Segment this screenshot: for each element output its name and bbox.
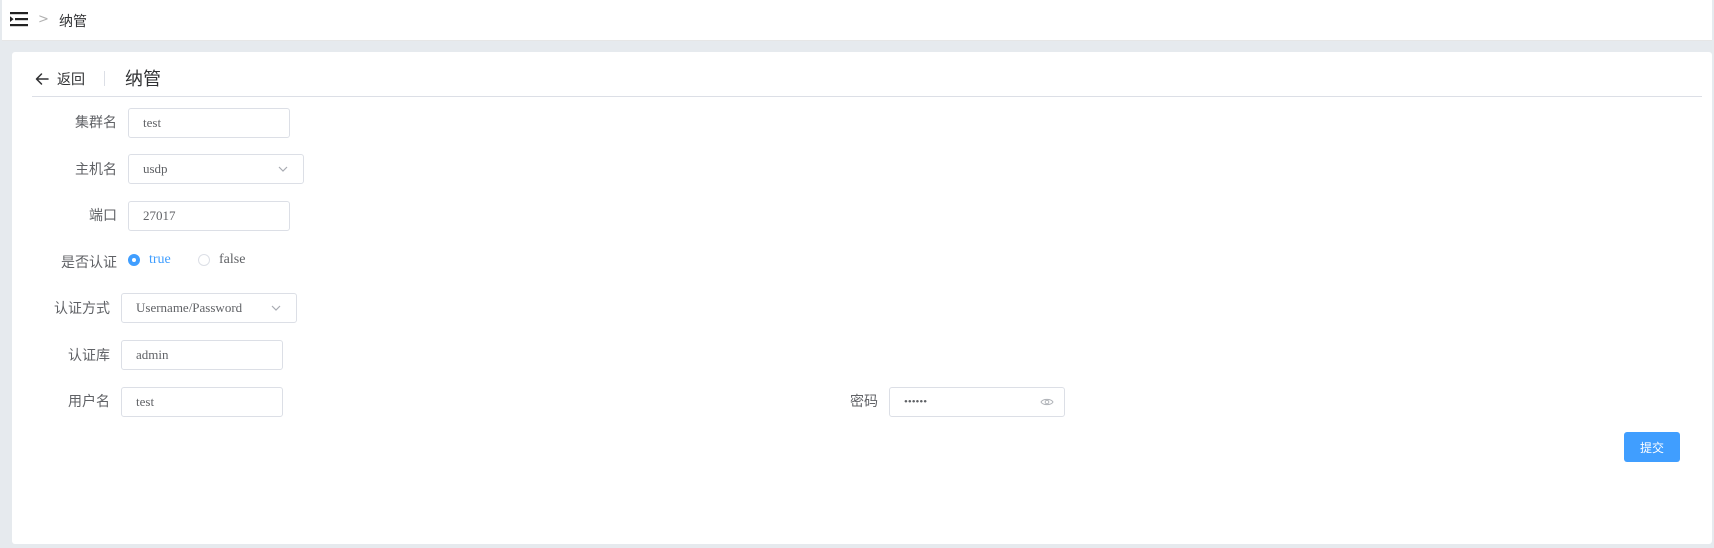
auth-true-radio[interactable]: true — [128, 252, 171, 268]
auth-true-label: true — [149, 252, 171, 267]
password-mask: •••••• — [904, 396, 928, 408]
username-label: 用户名 — [68, 395, 110, 410]
menu-icon — [10, 12, 28, 27]
auth-method-select[interactable]: Username/Password — [121, 293, 297, 323]
password-label: 密码 — [850, 395, 878, 410]
auth-method-value: Username/Password — [136, 300, 243, 315]
arrow-left-icon — [35, 73, 49, 85]
port-input[interactable] — [128, 201, 290, 231]
cluster-name-input[interactable] — [128, 108, 290, 138]
auth-db-label: 认证库 — [68, 349, 110, 364]
back-label: 返回 — [57, 73, 85, 88]
auth-enabled-label: 是否认证 — [61, 256, 117, 271]
eye-icon[interactable] — [1040, 396, 1054, 408]
breadcrumb-separator: > — [38, 12, 49, 27]
chevron-down-icon — [278, 166, 288, 172]
radio-checked-indicator — [128, 254, 140, 266]
host-name-select[interactable]: usdp — [128, 154, 304, 184]
breadcrumb-current: 纳管 — [59, 15, 87, 30]
header-underline — [32, 96, 1702, 97]
auth-method-label: 认证方式 — [54, 302, 110, 317]
form-card: 返回 纳管 集群名 主机名 usdp 端口 是否认证 true false 认证… — [12, 52, 1712, 544]
radio-unchecked-indicator — [198, 254, 210, 266]
back-button[interactable]: 返回 — [34, 69, 85, 89]
page-title: 纳管 — [125, 69, 161, 89]
top-bar: > 纳管 — [2, 0, 1712, 41]
auth-false-radio[interactable]: false — [198, 252, 245, 268]
chevron-down-icon — [271, 305, 281, 311]
host-name-label: 主机名 — [75, 163, 117, 178]
header-divider — [104, 71, 105, 86]
host-name-value: usdp — [143, 161, 168, 176]
password-input[interactable]: •••••• — [889, 387, 1065, 417]
auth-db-input[interactable] — [121, 340, 283, 370]
menu-toggle-button[interactable] — [10, 11, 28, 27]
cluster-name-label: 集群名 — [75, 116, 117, 131]
username-input[interactable] — [121, 387, 283, 417]
auth-false-label: false — [219, 252, 246, 267]
port-label: 端口 — [89, 209, 117, 224]
submit-button[interactable]: 提交 — [1624, 432, 1680, 462]
